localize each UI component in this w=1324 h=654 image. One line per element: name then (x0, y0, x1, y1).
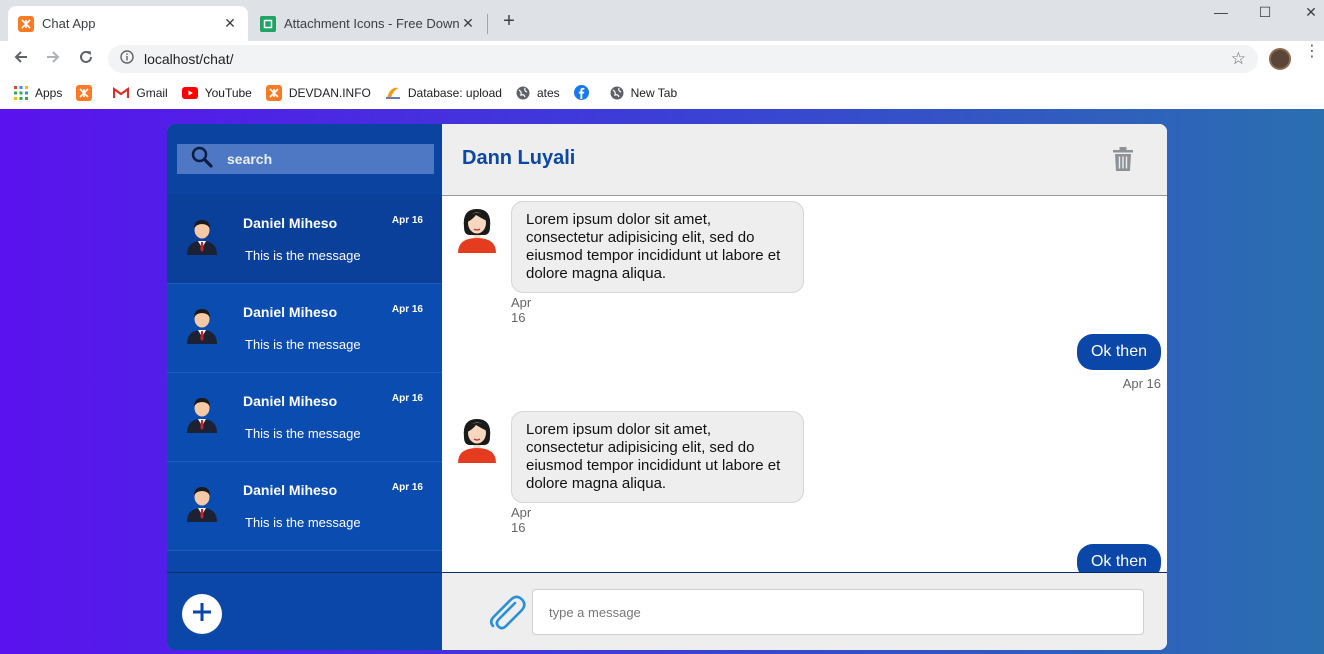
contact-last-message: This is the message (245, 426, 361, 441)
tab-title: Attachment Icons - Free Download (284, 16, 460, 31)
search-area (167, 124, 442, 195)
forward-arrow-icon[interactable] (42, 49, 64, 69)
bookmark-facebook[interactable] (573, 85, 596, 100)
minimize-icon[interactable]: — (1206, 4, 1236, 20)
contact-last-message: This is the message (245, 337, 361, 352)
message-bubble: Lorem ipsum dolor sit amet, consectetur … (511, 201, 804, 293)
globe-icon (516, 86, 530, 100)
apps-grid-icon (14, 85, 28, 100)
xampp-icon (18, 15, 34, 32)
outgoing-message: Ok then Apr 16 (1076, 334, 1161, 391)
outgoing-message: Ok then (1076, 544, 1161, 572)
contact-item[interactable]: Daniel Miheso Apr 16 This is the message (167, 462, 442, 551)
chat-app-window: Daniel Miheso Apr 16 This is the message (167, 124, 1167, 650)
contact-name: Daniel Miheso (243, 304, 338, 320)
contact-last-message: This is the message (245, 515, 361, 530)
tab-separator (487, 14, 488, 34)
chat-title: Dann Luyali (462, 147, 576, 169)
bookmark-gmail[interactable]: Gmail (113, 86, 168, 100)
paperclip-icon[interactable] (488, 594, 526, 637)
search-box[interactable] (177, 144, 434, 174)
male-avatar-icon (185, 217, 219, 260)
contact-last-message: This is the message (245, 248, 361, 263)
message-input[interactable] (532, 589, 1144, 635)
male-avatar-icon (185, 484, 219, 527)
bookmarks-bar: Apps Gmail YouTube DEVDAN.INFO Database:… (0, 77, 1324, 108)
trash-icon[interactable] (1112, 146, 1134, 177)
close-icon[interactable]: ✕ (222, 15, 238, 32)
page-background: Daniel Miheso Apr 16 This is the message (0, 109, 1324, 654)
bookmark-new-tab[interactable]: New Tab (610, 86, 677, 100)
window-close-icon[interactable]: ✕ (1296, 4, 1324, 21)
plus-icon (192, 602, 212, 627)
contact-item[interactable]: Daniel Miheso Apr 16 This is the message (167, 373, 442, 462)
contact-date: Apr 16 (391, 215, 423, 226)
tab-title: Chat App (42, 16, 96, 31)
search-icon[interactable] (191, 146, 213, 173)
contact-name: Daniel Miheso (243, 482, 338, 498)
message-bubble: Ok then (1076, 334, 1161, 370)
message-date: Apr 16 (511, 505, 532, 535)
male-avatar-icon (185, 395, 219, 438)
contact-name: Daniel Miheso (243, 215, 338, 231)
sidebar-footer (167, 572, 442, 650)
contact-date: Apr 16 (391, 304, 423, 315)
female-avatar-icon (457, 415, 497, 468)
star-icon[interactable]: ☆ (1231, 49, 1246, 69)
url-text: localhost/chat/ (144, 51, 234, 67)
message-bubble: Lorem ipsum dolor sit amet, consectetur … (511, 411, 804, 503)
chat-pane: Dann Luyali Lorem ipsum dolor sit amet, … (442, 124, 1167, 650)
contact-item[interactable]: Daniel Miheso Apr 16 This is the message (167, 284, 442, 373)
chat-header: Dann Luyali (442, 124, 1167, 196)
bookmark-devdan[interactable]: DEVDAN.INFO (265, 84, 371, 101)
message-bubble: Ok then (1076, 544, 1161, 572)
facebook-icon (573, 85, 589, 100)
message-composer (442, 572, 1167, 650)
info-icon[interactable] (120, 49, 134, 69)
bookmark-youtube[interactable]: YouTube (181, 86, 252, 100)
message-list: Lorem ipsum dolor sit amet, consectetur … (442, 197, 1167, 572)
attachment-site-icon (260, 15, 276, 32)
tab-attachment-icons[interactable]: Attachment Icons - Free Download ✕ (250, 6, 486, 41)
close-icon[interactable]: ✕ (460, 15, 476, 32)
bookmark-ates[interactable]: ates (516, 86, 560, 100)
contact-date: Apr 16 (391, 482, 423, 493)
gmail-icon (113, 86, 130, 99)
phpmyadmin-icon (385, 86, 401, 100)
profile-avatar[interactable] (1269, 48, 1291, 70)
back-arrow-icon[interactable] (10, 49, 32, 69)
maximize-icon[interactable]: ☐ (1250, 4, 1280, 21)
contact-item[interactable]: Daniel Miheso Apr 16 This is the message (167, 195, 442, 284)
female-avatar-icon (457, 205, 497, 258)
tab-chat-app[interactable]: Chat App ✕ (8, 6, 248, 41)
xampp-icon (265, 84, 282, 101)
male-avatar-icon (185, 306, 219, 349)
menu-dots-icon[interactable]: ⋮ (1304, 44, 1320, 60)
contact-list: Daniel Miheso Apr 16 This is the message (167, 195, 442, 551)
address-bar[interactable]: localhost/chat/ ☆ (108, 45, 1258, 73)
browser-tab-bar: Chat App ✕ Attachment Icons - Free Downl… (0, 0, 1324, 41)
message-date: Apr 16 (1122, 376, 1161, 391)
contact-name: Daniel Miheso (243, 393, 338, 409)
bookmark-database-upload[interactable]: Database: upload (385, 86, 502, 100)
search-input[interactable] (227, 151, 417, 167)
contact-date: Apr 16 (391, 393, 423, 404)
xampp-icon (76, 84, 93, 101)
youtube-icon (181, 86, 198, 99)
bookmark-xampp[interactable] (76, 84, 99, 101)
bookmark-apps[interactable]: Apps (14, 85, 62, 100)
sidebar: Daniel Miheso Apr 16 This is the message (167, 124, 442, 650)
reload-icon[interactable] (75, 49, 97, 69)
new-tab-button[interactable]: + (498, 10, 520, 33)
browser-toolbar: localhost/chat/ ☆ ⋮ (0, 41, 1324, 77)
message-date: Apr 16 (511, 295, 532, 325)
add-chat-button[interactable] (182, 594, 222, 634)
globe-icon (610, 86, 624, 100)
